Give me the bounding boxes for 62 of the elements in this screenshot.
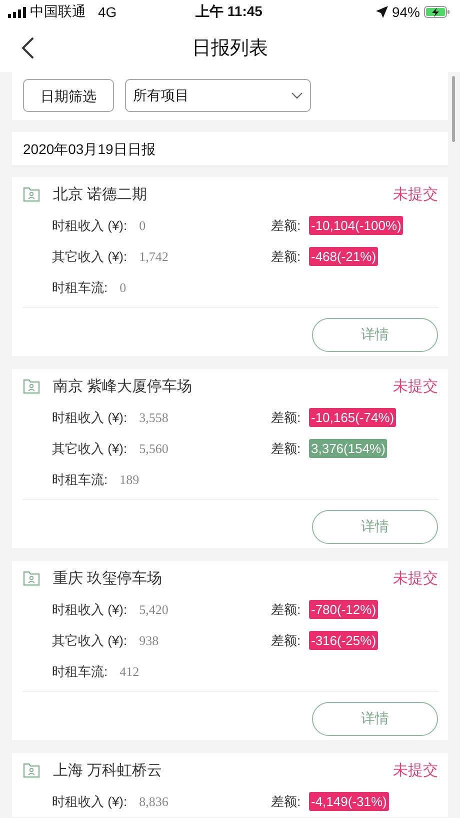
date-filter-button[interactable]: 日期筛选 — [23, 79, 114, 112]
status-label: 未提交 — [393, 760, 438, 780]
difference-label: 差额: — [271, 440, 302, 458]
location-arrow-icon — [376, 6, 388, 18]
status-label: 未提交 — [393, 376, 438, 396]
metric-value: 5,420 — [139, 602, 168, 618]
difference-label: 差额: — [271, 248, 302, 266]
metric-value: 938 — [139, 632, 159, 648]
project-name: 南京 紫峰大厦停车场 — [53, 376, 194, 396]
network-type: 4G — [98, 4, 117, 20]
project-name: 上海 万科虹桥云 — [53, 760, 164, 780]
difference-badge: -316(-25%) — [309, 631, 378, 650]
report-date-heading: 2020年03月19日日报 — [22, 140, 156, 159]
metric-label: 时租车流: — [52, 662, 108, 680]
metric-label: 其它收入 (¥): — [52, 632, 128, 650]
difference-label: 差额: — [271, 216, 302, 234]
page-title: 日报列表 — [192, 37, 268, 61]
metric-label: 其它收入 (¥): — [52, 248, 128, 266]
metric-value: 0 — [120, 280, 126, 296]
folder-person-icon — [23, 378, 40, 394]
status-time: 上午 11:45 — [196, 3, 262, 21]
metric-label: 时租收入 (¥): — [52, 792, 128, 810]
chevron-down-icon — [291, 92, 303, 100]
project-name: 重庆 玖玺停车场 — [53, 568, 164, 588]
details-button[interactable]: 详情 — [312, 702, 438, 736]
folder-person-icon — [23, 762, 40, 778]
metric-label: 时租收入 (¥): — [52, 216, 128, 234]
difference-badge: -10,104(-100%) — [309, 216, 404, 235]
metric-value: 3,558 — [139, 410, 168, 426]
difference-label: 差额: — [271, 632, 302, 650]
difference-label: 差额: — [271, 600, 302, 618]
difference-badge: -10,165(-74%) — [309, 408, 396, 427]
metric-value: 412 — [120, 664, 140, 680]
difference-label: 差额: — [271, 792, 302, 810]
scroll-indicator — [452, 76, 455, 142]
status-label: 未提交 — [393, 568, 438, 588]
metric-value: 5,560 — [139, 440, 168, 456]
battery-charging-icon — [424, 6, 450, 18]
details-button[interactable]: 详情 — [312, 510, 438, 544]
metric-value: 189 — [120, 472, 140, 488]
metric-label: 其它收入 (¥): — [52, 440, 128, 458]
metric-label: 时租车流: — [52, 278, 108, 296]
difference-badge: 3,376(154%) — [309, 439, 388, 458]
difference-badge: -468(-21%) — [309, 247, 378, 266]
signal-icon — [8, 6, 26, 18]
carrier-name: 中国联通 — [30, 3, 86, 21]
project-select[interactable]: 所有项目 — [125, 79, 311, 112]
metric-value: 8,836 — [139, 794, 168, 810]
details-button[interactable]: 详情 — [312, 318, 438, 352]
difference-badge: -4,149(-31%) — [309, 792, 389, 811]
metric-label: 时租车流: — [52, 470, 108, 488]
metric-value: 0 — [139, 218, 146, 234]
folder-person-icon — [23, 186, 40, 202]
metric-label: 时租收入 (¥): — [52, 600, 128, 618]
difference-label: 差额: — [271, 408, 302, 426]
folder-person-icon — [23, 570, 40, 586]
battery-percent: 94% — [392, 4, 420, 20]
metric-value: 1,742 — [139, 248, 168, 264]
difference-badge: -780(-12%) — [309, 600, 378, 619]
status-label: 未提交 — [393, 184, 438, 204]
metric-label: 时租收入 (¥): — [52, 408, 128, 426]
project-name: 北京 诺德二期 — [53, 184, 148, 204]
